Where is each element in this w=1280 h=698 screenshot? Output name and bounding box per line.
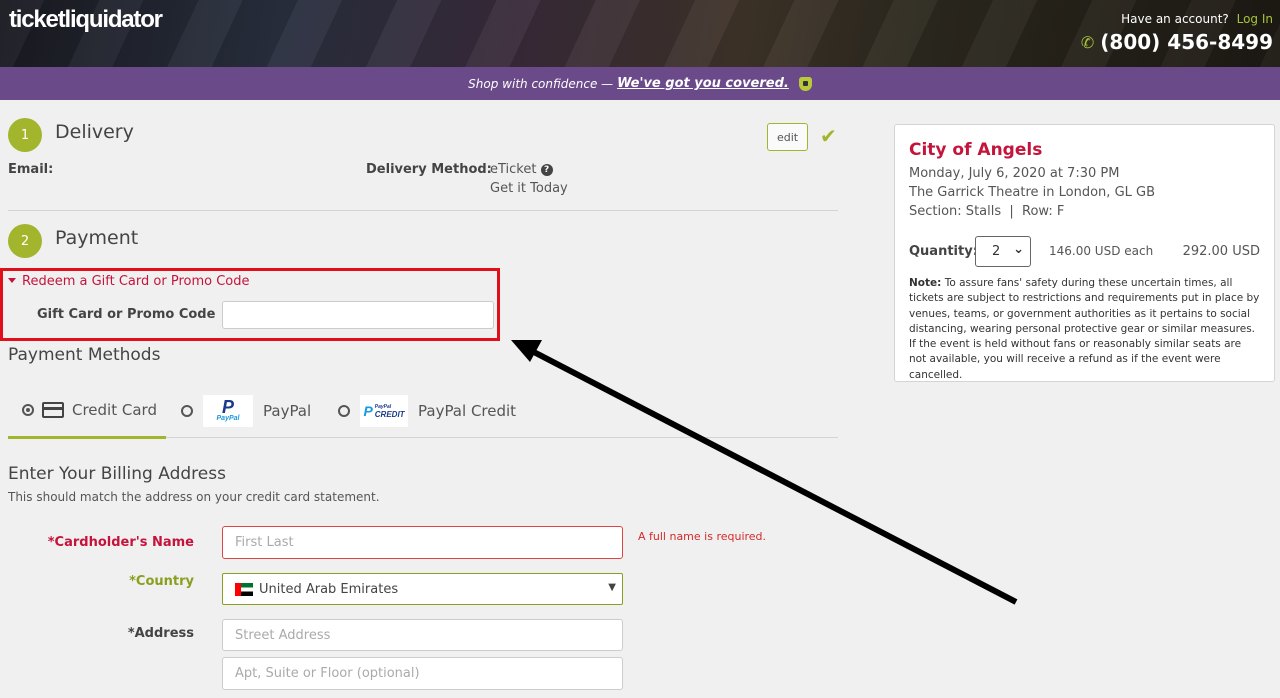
cardholder-name-error: A full name is required. xyxy=(638,530,767,543)
event-title: City of Angels xyxy=(909,140,1043,160)
quantity-select[interactable]: 2 ⌄ xyxy=(975,236,1031,267)
cardholder-name-label: *Cardholder's Name xyxy=(47,535,194,550)
site-logo[interactable]: ticketliquidator xyxy=(9,6,163,34)
account-prompt: Have an account? Log In xyxy=(1121,12,1273,26)
note-label: Note: xyxy=(909,277,942,289)
delivery-title: Delivery xyxy=(55,121,134,143)
phone-number-text: (800) 456-8499 xyxy=(1100,30,1273,54)
quantity-label: Quantity: xyxy=(909,244,978,259)
covered-link[interactable]: We've got you covered. xyxy=(617,76,789,91)
site-header: ticketliquidator Have an account? Log In… xyxy=(0,0,1280,67)
event-venue: The Garrick Theatre in London, GL GB xyxy=(909,185,1156,200)
chevron-down-icon: ⌄ xyxy=(1013,242,1024,257)
country-label: *Country xyxy=(129,574,194,589)
tab-paypal-label: PayPal xyxy=(263,402,312,420)
promo-code-label: Gift Card or Promo Code xyxy=(37,307,216,322)
payment-methods-heading: Payment Methods xyxy=(8,345,161,365)
paypal-credit-logo: P PayPal CREDIT xyxy=(360,395,408,427)
radio-credit-card[interactable] xyxy=(22,404,34,416)
active-tab-indicator xyxy=(8,436,166,439)
redeem-promo-link[interactable]: Redeem a Gift Card or Promo Code xyxy=(8,274,249,289)
step-number-delivery: 1 xyxy=(8,118,42,152)
redeem-promo-text: Redeem a Gift Card or Promo Code xyxy=(22,274,250,289)
banner-text: Shop with confidence — xyxy=(468,76,614,91)
arrow-shaft xyxy=(528,347,1018,605)
tab-paypal-credit-label: PayPal Credit xyxy=(418,402,517,420)
billing-subheading: This should match the address on your cr… xyxy=(8,490,380,504)
order-total: 292.00 USD xyxy=(1182,244,1260,259)
street-address-input[interactable]: Street Address xyxy=(222,619,623,651)
edit-delivery-button[interactable]: edit xyxy=(767,123,808,151)
quantity-value: 2 xyxy=(992,244,1001,259)
shield-icon xyxy=(798,76,812,91)
section-divider xyxy=(8,210,838,211)
email-label: Email: xyxy=(8,162,54,177)
tab-credit-card[interactable]: Credit Card xyxy=(22,393,157,427)
check-icon: ✔ xyxy=(820,124,837,148)
paypal-logo: P PayPal xyxy=(203,395,253,427)
delivery-method-note: Get it Today xyxy=(490,181,568,196)
credit-card-icon xyxy=(42,402,64,418)
radio-paypal-credit[interactable] xyxy=(338,405,350,417)
tab-paypal-credit[interactable]: P PayPal CREDIT PayPal Credit xyxy=(338,394,516,428)
help-icon[interactable]: ? xyxy=(540,164,553,176)
promo-code-input[interactable] xyxy=(222,301,494,329)
note-text: To assure fans' safety during these unce… xyxy=(909,277,1260,381)
tab-paypal[interactable]: P PayPal PayPal xyxy=(181,394,311,428)
caret-down-icon xyxy=(8,278,16,283)
address-line2-input[interactable]: Apt, Suite or Floor (optional) xyxy=(222,657,623,690)
delivery-method-text: eTicket xyxy=(490,162,537,177)
chevron-down-icon: ▼ xyxy=(608,582,616,593)
phone-icon: ✆ xyxy=(1080,32,1095,52)
cardholder-name-input[interactable]: First Last xyxy=(222,526,623,559)
payment-title: Payment xyxy=(55,227,139,249)
login-link[interactable]: Log In xyxy=(1237,12,1273,26)
confidence-banner: Shop with confidence — We've got you cov… xyxy=(0,67,1280,100)
address-label: *Address xyxy=(127,626,194,641)
tab-credit-card-label: Credit Card xyxy=(72,401,157,419)
country-select-value: United Arab Emirates xyxy=(259,581,399,597)
phone-number[interactable]: ✆ (800) 456-8499 xyxy=(1081,30,1273,54)
radio-paypal[interactable] xyxy=(181,405,193,417)
delivery-method-value: eTicket ? xyxy=(490,162,553,177)
event-date: Monday, July 6, 2020 at 7:30 PM xyxy=(909,166,1120,181)
billing-heading: Enter Your Billing Address xyxy=(8,464,226,484)
country-select[interactable]: United Arab Emirates ▼ xyxy=(222,573,623,605)
price-each: 146.00 USD each xyxy=(1049,244,1154,258)
uae-flag-icon xyxy=(235,582,253,596)
arrow-head xyxy=(511,340,542,362)
event-seating: Section: Stalls | Row: F xyxy=(909,204,1065,219)
account-prompt-text: Have an account? xyxy=(1121,12,1229,26)
delivery-method-label: Delivery Method: xyxy=(366,162,492,177)
safety-note: Note: To assure fans' safety during thes… xyxy=(909,276,1261,383)
step-number-payment: 2 xyxy=(8,224,42,258)
